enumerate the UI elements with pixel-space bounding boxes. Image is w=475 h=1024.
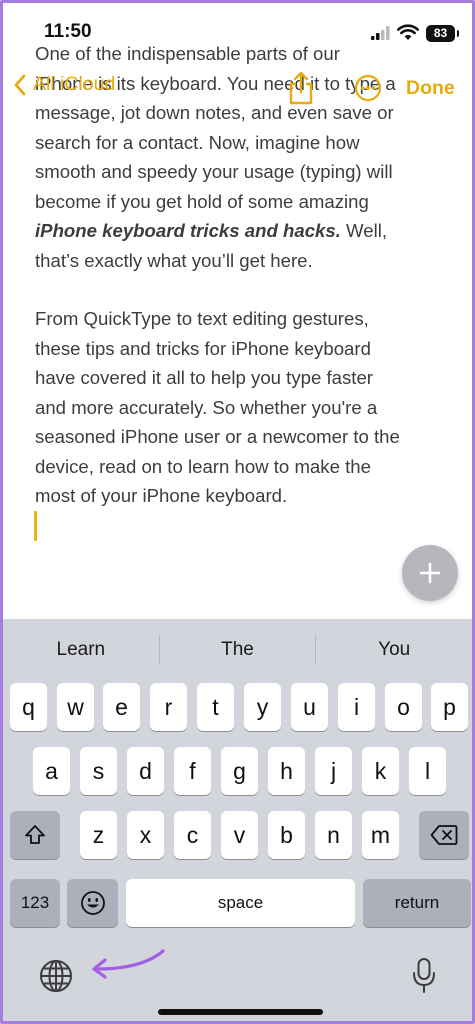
battery-level: 83 [433, 26, 448, 40]
key-k[interactable]: k [362, 747, 399, 795]
annotation-arrow-icon [92, 949, 165, 979]
note-line: seasoned iPhone user or a newcomer to th… [35, 426, 400, 447]
note-bold-phrase: iPhone keyboard tricks and hacks. [35, 220, 341, 241]
key-row-3: z x c v b n m [3, 811, 472, 859]
note-line: that’s exactly what you’ll get here. [35, 249, 313, 271]
delete-icon [430, 825, 458, 845]
back-button[interactable]: All iCloud [13, 73, 115, 96]
cellular-signal-icon [371, 26, 390, 40]
battery-icon: 83 [426, 25, 459, 42]
more-options-icon[interactable] [354, 74, 382, 102]
done-button[interactable]: Done [406, 77, 455, 100]
note-line: these tips and tricks for iPhone keyboar… [35, 337, 371, 359]
key-b[interactable]: b [268, 811, 305, 859]
key-e[interactable]: e [103, 683, 140, 731]
note-line: iPhone keyboard tricks and hacks. Well, [35, 216, 455, 246]
back-button-label: All iCloud [33, 73, 116, 95]
delete-key[interactable] [419, 811, 469, 859]
key-l[interactable]: l [409, 747, 446, 795]
text-cursor [34, 511, 37, 541]
add-button[interactable] [402, 545, 458, 601]
key-h[interactable]: h [268, 747, 305, 795]
key-z[interactable]: z [80, 811, 117, 859]
suggestion-item[interactable]: The [160, 639, 316, 661]
key-c[interactable]: c [174, 811, 211, 859]
key-n[interactable]: n [315, 811, 352, 859]
key-o[interactable]: o [385, 683, 422, 731]
suggestion-item[interactable]: Learn [3, 639, 159, 661]
navigation-bar: All iCloud Done [3, 65, 472, 113]
key-q[interactable]: q [10, 683, 47, 731]
key-s[interactable]: s [80, 747, 117, 795]
emoji-key[interactable] [67, 879, 118, 927]
note-line: search for a contact. Now, imagine how [35, 131, 360, 153]
key-r[interactable]: r [150, 683, 187, 731]
note-line: From QuickType to text editing gestures, [35, 308, 369, 329]
share-icon[interactable] [287, 71, 315, 105]
screen-frame: One of the indispensable parts of our iP… [0, 0, 475, 1024]
key-f[interactable]: f [174, 747, 211, 795]
key-t[interactable]: t [197, 683, 234, 731]
key-y[interactable]: y [244, 683, 281, 731]
shift-key[interactable] [10, 811, 60, 859]
key-u[interactable]: u [291, 683, 328, 731]
key-j[interactable]: j [315, 747, 352, 795]
emoji-icon [80, 891, 105, 915]
note-line: device, read on to learn how to make the [35, 455, 371, 477]
key-x[interactable]: x [127, 811, 164, 859]
numbers-key[interactable]: 123 [10, 879, 60, 927]
key-row-2: a s d f g h j k l [3, 747, 472, 795]
suggestion-item[interactable]: You [316, 639, 472, 661]
key-d[interactable]: d [127, 747, 164, 795]
keyboard-bottom-bar [3, 949, 472, 1013]
status-time: 11:50 [44, 21, 92, 42]
key-i[interactable]: i [338, 683, 375, 731]
key-m[interactable]: m [362, 811, 399, 859]
note-line: become if you get hold of some amazing [35, 190, 369, 212]
key-p[interactable]: p [431, 683, 468, 731]
status-bar: 11:50 83 [3, 3, 472, 65]
globe-icon[interactable] [39, 959, 73, 993]
note-line: and more accurately. So whether you're a [35, 396, 378, 418]
key-g[interactable]: g [221, 747, 258, 795]
note-line-rest: Well, [340, 220, 388, 241]
home-indicator [158, 1009, 323, 1015]
key-w[interactable]: w [57, 683, 94, 731]
note-line: smooth and speedy your usage (typing) wi… [35, 161, 393, 182]
space-key[interactable]: space [126, 879, 355, 927]
return-key[interactable]: return [363, 879, 471, 927]
key-row-1: q w e r t y u i o p [3, 683, 472, 731]
plus-icon [419, 562, 441, 584]
note-line: most of your iPhone keyboard. [35, 485, 288, 506]
key-v[interactable]: v [221, 811, 258, 859]
key-row-4: 123 space return [3, 879, 472, 927]
key-a[interactable]: a [33, 747, 70, 795]
chevron-left-icon [14, 74, 26, 95]
wifi-icon [397, 24, 419, 40]
shift-icon [25, 825, 45, 844]
note-line: have covered it all to help you type fas… [35, 367, 373, 388]
quicktype-bar: Learn The You [3, 619, 472, 681]
keyboard: Learn The You q w e r t y u i o p a s d … [3, 619, 472, 1021]
microphone-icon[interactable] [412, 957, 436, 995]
